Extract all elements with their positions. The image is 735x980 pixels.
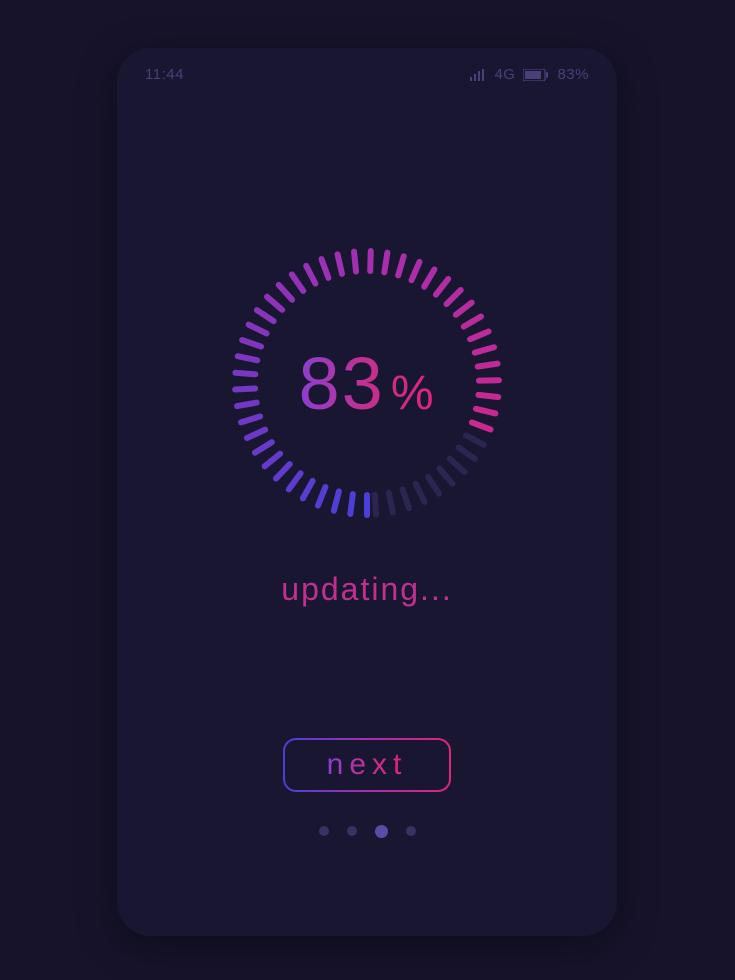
page-dot[interactable] [319, 826, 329, 836]
progress-ring-svg [227, 243, 507, 523]
battery-icon [523, 69, 549, 81]
signal-icon [470, 69, 486, 81]
page-dot[interactable] [406, 826, 416, 836]
status-text: updating... [281, 571, 452, 608]
status-right: 4G 83% [470, 66, 589, 83]
status-bar: 11:44 4G 83% [117, 48, 617, 83]
next-button-label: next [327, 748, 408, 782]
page-dot[interactable] [375, 825, 388, 838]
battery-text: 83% [557, 66, 589, 83]
page-indicator [319, 826, 416, 838]
page-dot[interactable] [347, 826, 357, 836]
network-label: 4G [494, 66, 515, 83]
next-button[interactable]: next [283, 738, 451, 792]
phone-frame: 11:44 4G 83% [117, 48, 617, 936]
progress-ring: 83 % [227, 243, 507, 523]
clock: 11:44 [145, 66, 184, 83]
